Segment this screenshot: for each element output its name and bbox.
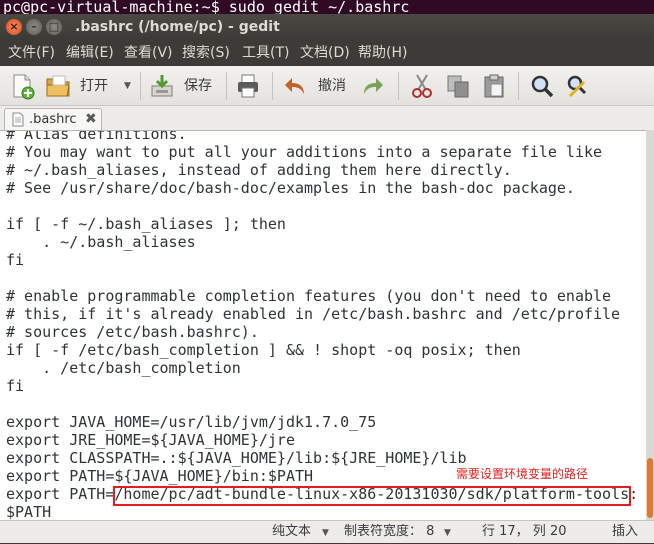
tab-width-dropdown-arrow-icon[interactable]: ▼ xyxy=(444,522,451,544)
code-line: # Alias definitions. xyxy=(6,130,187,143)
window-title: .bashrc (/home/pc) - gedit xyxy=(75,19,280,35)
save-icon xyxy=(151,75,173,97)
menubar: 文件(F) 编辑(E) 查看(V) 搜索(S) 工具(T) 文档(D) 帮助(H… xyxy=(0,40,654,66)
code-line: export CLASSPATH=.:${JAVA_HOME}/lib:${JR… xyxy=(6,449,467,467)
window-titlebar[interactable]: × – □ .bashrc (/home/pc) - gedit xyxy=(0,14,654,40)
toolbar-separator xyxy=(140,72,141,100)
terminal-prompt-line: pc@pc-virtual-machine:~$ sudo gedit ~/.b… xyxy=(0,0,654,14)
window-maximize-button[interactable]: □ xyxy=(46,19,62,35)
code-line: # ~/.bash_aliases, instead of adding the… xyxy=(6,161,512,179)
code-line: # enable programmable completion feature… xyxy=(6,287,612,305)
language-selector[interactable]: 纯文本 xyxy=(272,521,311,543)
cut-button[interactable] xyxy=(408,72,436,100)
tab-width-selector[interactable]: 制表符宽度： 8 xyxy=(344,521,434,543)
copy-icon xyxy=(447,75,469,98)
code-line: # sources /etc/bash.bashrc). xyxy=(6,323,259,341)
statusbar: 纯文本 ▼ 制表符宽度： 8 ▼ 行 17， 列 20 插入 xyxy=(0,520,654,543)
open-button-label[interactable]: 打开 xyxy=(80,77,108,95)
text-editor[interactable]: # Alias definitions. # You may want to p… xyxy=(0,130,646,520)
code-line: if [ -f ~/.bash_aliases ]; then xyxy=(6,215,286,233)
code-line: # this, if it's already enabled in /etc/… xyxy=(6,305,621,323)
code-line: if [ -f /etc/bash_completion ] && ! shop… xyxy=(6,341,521,359)
insert-mode-indicator: 插入 xyxy=(612,524,639,539)
menu-edit[interactable]: 编辑(E) xyxy=(66,40,114,66)
find-button[interactable] xyxy=(528,72,556,100)
save-button-label[interactable]: 保存 xyxy=(184,77,212,95)
save-button[interactable] xyxy=(148,72,176,100)
cut-icon xyxy=(412,74,432,98)
window-close-button[interactable]: × xyxy=(6,19,22,35)
window-minimize-button[interactable]: – xyxy=(26,19,42,35)
menu-documents[interactable]: 文档(D) xyxy=(300,40,350,66)
paste-button[interactable] xyxy=(480,72,508,100)
redo-icon xyxy=(364,78,383,94)
cursor-position: 行 17， 列 20 xyxy=(482,524,567,539)
menu-view[interactable]: 查看(V) xyxy=(124,40,173,66)
copy-button[interactable] xyxy=(444,72,472,100)
tab-label: .bashrc xyxy=(29,112,77,127)
menu-file[interactable]: 文件(F) xyxy=(8,40,55,66)
find-replace-button[interactable] xyxy=(564,72,592,100)
menu-search[interactable]: 搜索(S) xyxy=(182,40,230,66)
open-dropdown-arrow-icon[interactable]: ▼ xyxy=(124,81,131,91)
toolbar-separator xyxy=(518,72,519,100)
code-line: export JAVA_HOME=/usr/lib/jvm/jdk1.7.0_7… xyxy=(6,413,377,431)
undo-button-label[interactable]: 撤消 xyxy=(318,77,346,95)
annotation-note: 需要设置环境变量的路径 xyxy=(456,467,589,481)
search-icon xyxy=(531,75,554,98)
search-replace-icon xyxy=(567,75,587,98)
text-file-icon xyxy=(12,112,24,127)
code-line: export JRE_HOME=${JAVA_HOME}/jre xyxy=(6,431,295,449)
code-line: # See /usr/share/doc/bash-doc/examples i… xyxy=(6,179,575,197)
annotation-highlight-box xyxy=(113,486,631,506)
menu-help[interactable]: 帮助(H) xyxy=(358,40,407,66)
code-line: fi xyxy=(6,251,25,269)
new-document-icon xyxy=(13,74,35,100)
document-tabbar: .bashrc ✖ xyxy=(0,106,654,130)
scrollbar-thumb[interactable] xyxy=(647,458,653,518)
code-line: . ~/.bash_aliases xyxy=(6,233,196,251)
undo-icon xyxy=(285,78,304,94)
print-icon xyxy=(238,74,258,98)
new-document-button[interactable] xyxy=(8,72,36,100)
tab-bashrc[interactable]: .bashrc ✖ xyxy=(4,108,102,130)
open-button[interactable] xyxy=(44,72,72,100)
code-line: $PATH xyxy=(6,503,52,520)
code-line: export PATH=${JAVA_HOME}/bin:$PATH xyxy=(6,467,314,485)
undo-button[interactable] xyxy=(282,72,310,100)
code-line: fi xyxy=(6,377,25,395)
vertical-scrollbar[interactable] xyxy=(646,130,654,520)
toolbar-separator xyxy=(398,72,399,100)
toolbar-separator xyxy=(272,72,273,100)
toolbar-separator xyxy=(226,72,227,100)
menu-tools[interactable]: 工具(T) xyxy=(242,40,289,66)
print-button[interactable] xyxy=(234,72,262,100)
redo-button[interactable] xyxy=(358,72,386,100)
paste-icon xyxy=(484,74,504,98)
code-line: # You may want to put all your additions… xyxy=(6,143,603,161)
toolbar: 打开 ▼ 保存 撤消 xyxy=(0,66,654,106)
tab-close-icon[interactable]: ✖ xyxy=(85,110,97,128)
code-line: . /etc/bash_completion xyxy=(6,359,241,377)
language-dropdown-arrow-icon[interactable]: ▼ xyxy=(322,522,329,544)
open-folder-icon xyxy=(46,75,70,97)
